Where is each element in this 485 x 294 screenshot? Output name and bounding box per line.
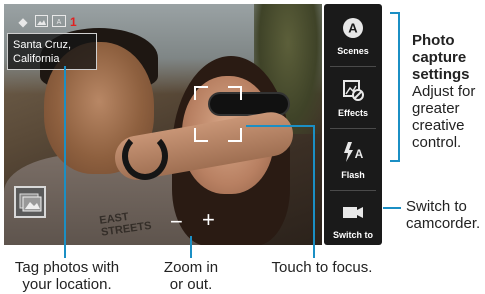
photo-headphones — [122, 132, 168, 180]
settings-body-4: control. — [412, 134, 462, 151]
location-line1: Santa Cruz, — [13, 39, 72, 51]
zoom-out-button[interactable]: − — [170, 211, 183, 233]
focus-bracket-bottom-right — [228, 128, 242, 142]
effects-label: Effects — [337, 108, 368, 118]
tag-line-2: your location. — [22, 276, 112, 293]
settings-title-2: capture — [412, 49, 467, 66]
settings-title-3: settings — [412, 66, 470, 83]
switch-line-2: camcorder. — [406, 215, 481, 232]
shots-remaining: 1 — [70, 15, 77, 29]
geotag-icon: ◆ — [18, 15, 28, 29]
zoom-line-2: or out. — [169, 276, 213, 293]
settings-bracket-bottom — [390, 160, 400, 162]
panel-divider — [330, 128, 376, 129]
focus-leader-vertical — [313, 125, 315, 258]
camcorder-icon — [343, 207, 363, 218]
tag-line-1: Tag photos with — [14, 259, 120, 276]
scene-a-icon: A — [343, 18, 363, 38]
focus-frame[interactable] — [194, 86, 242, 142]
focus-leader-horizontal — [246, 125, 315, 127]
svg-text:A: A — [348, 21, 358, 36]
scenes-button[interactable]: A Scenes — [328, 8, 378, 62]
flash-button[interactable]: A Flash — [328, 132, 378, 186]
focus-bracket-top-left — [194, 86, 208, 100]
svg-text:A: A — [57, 19, 62, 26]
image-size-icon — [34, 15, 48, 29]
flash-label: Flash — [341, 170, 365, 180]
zoom-callout: Zoom in or out. — [155, 259, 227, 293]
location-line2: California — [13, 53, 60, 65]
settings-title-1: Photo — [412, 32, 455, 49]
switch-to-camcorder-button[interactable]: Switch to — [328, 192, 378, 246]
status-bar: ◆ A 1 — [16, 14, 77, 30]
zoom-line-1: Zoom in — [163, 259, 219, 276]
svg-text:A: A — [355, 147, 364, 161]
zoom-leader — [190, 236, 192, 258]
focus-bracket-bottom-left — [194, 128, 208, 142]
focus-line: Touch to focus. — [271, 259, 373, 276]
zoom-in-button[interactable]: + — [202, 209, 215, 231]
settings-body-3: creative — [412, 117, 465, 134]
switch-leader — [383, 207, 401, 209]
focus-callout: Touch to focus. — [262, 259, 382, 276]
camera-settings-panel: A Scenes Effects A Flash Switch to — [324, 4, 382, 245]
scenes-label: Scenes — [337, 46, 369, 56]
effects-button[interactable]: Effects — [328, 70, 378, 124]
settings-bracket-vertical — [398, 12, 400, 162]
switch-line-1: Switch to — [406, 198, 467, 215]
effects-icon — [343, 80, 364, 101]
gallery-icon — [19, 193, 42, 212]
tag-leader — [64, 66, 66, 258]
settings-body-1: Adjust for — [412, 83, 476, 100]
settings-body-2: greater — [412, 100, 460, 117]
location-tag[interactable]: Santa Cruz, California — [7, 33, 97, 70]
scene-mode-icon: A — [52, 15, 66, 29]
switch-callout: Switch to camcorder. — [406, 198, 484, 232]
focus-bracket-top-right — [228, 86, 242, 100]
panel-divider — [330, 66, 376, 67]
switch-to-label: Switch to — [333, 230, 373, 240]
tag-callout: Tag photos with your location. — [8, 259, 126, 293]
gallery-thumbnail[interactable] — [14, 186, 46, 218]
panel-divider — [330, 190, 376, 191]
settings-callout: Photo capture settings Adjust for greate… — [412, 32, 484, 151]
flash-auto-icon: A — [344, 142, 364, 162]
